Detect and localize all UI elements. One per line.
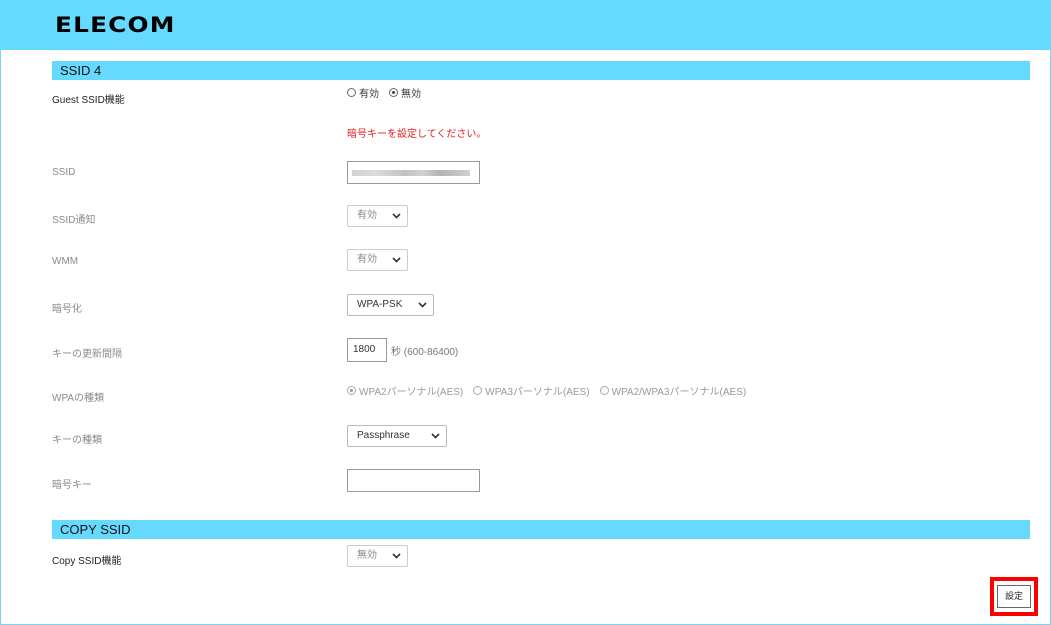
encryption-value: WPA-PSK <box>357 299 403 310</box>
wpa-type-label: WPAの種類 <box>52 393 105 404</box>
chevron-down-icon <box>431 431 440 440</box>
copy-ssid-select[interactable]: 無効 <box>347 545 408 567</box>
key-type-select[interactable]: Passphrase <box>347 425 447 447</box>
wmm-value: 有効 <box>357 254 377 265</box>
guest-ssid-radio-group: 有効 無効 <box>347 85 427 100</box>
section-title-copy-ssid: COPY SSID <box>52 520 1030 539</box>
radio-off-icon[interactable] <box>473 386 483 395</box>
wpa-type-wpa3-label: WPA3パーソナル(AES) <box>485 387 590 398</box>
ssid-broadcast-label: SSID通知 <box>52 215 96 226</box>
radio-on-icon[interactable] <box>347 386 356 395</box>
guest-ssid-enable-option[interactable]: 有効 <box>347 85 379 100</box>
radio-off-icon[interactable] <box>347 88 356 97</box>
encryption-select[interactable]: WPA-PSK <box>347 294 434 316</box>
rekey-interval-label: キーの更新間隔 <box>52 349 122 360</box>
ssid-broadcast-value: 有効 <box>357 210 377 221</box>
copy-ssid-label: Copy SSID機能 <box>52 556 122 567</box>
wmm-select[interactable]: 有効 <box>347 249 408 271</box>
guest-ssid-disable-option[interactable]: 無効 <box>389 85 421 100</box>
key-type-value: Passphrase <box>357 430 410 441</box>
section-title-ssid4: SSID 4 <box>52 61 1030 80</box>
guest-ssid-enable-label: 有効 <box>359 89 379 100</box>
rekey-interval-range: 秒 (600-86400) <box>391 347 459 358</box>
rekey-interval-input[interactable]: 1800 <box>347 338 387 362</box>
ssid-broadcast-select[interactable]: 有効 <box>347 205 408 227</box>
wpa-type-mixed-option[interactable]: WPA2/WPA3パーソナル(AES) <box>599 383 747 398</box>
ssid-label: SSID <box>52 167 76 178</box>
header: ELECOM <box>0 0 1051 50</box>
guest-ssid-disable-label: 無効 <box>401 89 421 100</box>
set-button[interactable]: 設定 <box>997 585 1031 608</box>
elecom-logo: ELECOM <box>55 13 176 37</box>
radio-on-icon[interactable] <box>389 88 398 97</box>
guest-ssid-label: Guest SSID機能 <box>52 95 125 106</box>
wpa-type-wpa2-label: WPA2パーソナル(AES) <box>359 387 464 398</box>
encryption-key-label: 暗号キー <box>52 480 92 491</box>
wpa-type-radio-group: WPA2パーソナル(AES) WPA3パーソナル(AES) WPA2/WPA3パ… <box>347 383 752 398</box>
key-type-label: キーの種類 <box>52 435 102 446</box>
wmm-label: WMM <box>52 256 79 267</box>
wpa-type-wpa2-option[interactable]: WPA2パーソナル(AES) <box>347 383 463 398</box>
encryption-label: 暗号化 <box>52 304 82 315</box>
chevron-down-icon <box>418 300 427 309</box>
wpa-type-wpa3-option[interactable]: WPA3パーソナル(AES) <box>473 383 590 398</box>
key-warning: 暗号キーを設定してください。 <box>347 129 487 140</box>
ssid-redacted-value <box>352 170 470 176</box>
chevron-down-icon <box>392 551 401 560</box>
encryption-key-input[interactable] <box>347 469 480 492</box>
radio-off-icon[interactable] <box>599 386 609 395</box>
chevron-down-icon <box>392 211 401 220</box>
wpa-type-mixed-label: WPA2/WPA3パーソナル(AES) <box>611 387 747 398</box>
copy-ssid-value: 無効 <box>357 550 377 561</box>
chevron-down-icon <box>392 255 401 264</box>
ssid-input[interactable] <box>347 161 480 184</box>
